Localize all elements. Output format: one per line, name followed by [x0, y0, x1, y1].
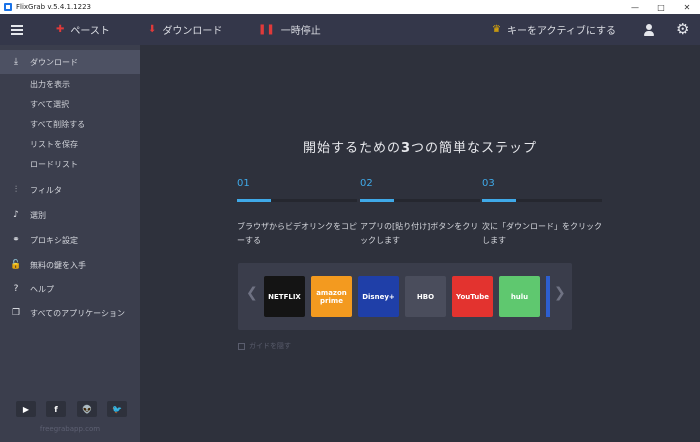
twitter-icon[interactable]: 🐦: [107, 401, 127, 417]
step-progress: [482, 199, 602, 202]
pause-button[interactable]: ❚❚ 一時停止: [258, 14, 321, 45]
paste-button[interactable]: ✚ ペースト: [56, 14, 110, 45]
sidebar-subitem-delete-all[interactable]: すべて削除する: [30, 114, 85, 134]
sidebar-item-proxy[interactable]: ⚭ プロキシ設定: [0, 228, 140, 252]
step-number: 01: [237, 178, 250, 189]
close-button[interactable]: ✕: [674, 0, 700, 14]
sidebar-item-free-key[interactable]: 🔓 無料の鍵を入手: [0, 253, 140, 277]
hide-guide-label: ガイドを隠す: [249, 342, 291, 350]
sidebar-item-label: 選別: [30, 210, 46, 220]
download-label: ダウンロード: [162, 26, 223, 37]
step-text: 次に「ダウンロード」をクリックします: [482, 222, 602, 245]
activate-key-label: キーをアクティブにする: [506, 26, 616, 37]
paste-label: ペースト: [70, 26, 110, 37]
windows-stack-icon: ❐: [11, 308, 21, 318]
music-note-icon: ♪: [13, 210, 19, 220]
user-icon[interactable]: [642, 23, 656, 37]
headline-part: 開始するための: [302, 141, 401, 156]
sidebar-item-label: ダウンロード: [30, 57, 78, 67]
youtube-icon[interactable]: ▶: [16, 401, 36, 417]
help-icon: ?: [13, 284, 19, 294]
guide-step-3: 03 次に「ダウンロード」をクリックします: [482, 178, 602, 245]
service-tile-hulu[interactable]: hulu: [499, 276, 540, 317]
sidebar-item-help[interactable]: ? ヘルプ: [0, 277, 140, 301]
facebook-icon[interactable]: f: [46, 401, 66, 417]
guide-headline: 開始するための3つの簡単なステップ: [140, 137, 700, 156]
sidebar: ⤓ ダウンロード 出力を表示 すべて選択 すべて削除する リストを保存 ロードリ…: [0, 45, 140, 442]
window-title: FlixGrab v.5.4.1.1223: [16, 3, 91, 11]
download-tray-icon: ⤓: [14, 57, 18, 67]
step-progress-fill: [237, 199, 271, 202]
lock-icon: 🔓: [10, 260, 22, 270]
sidebar-item-selection[interactable]: ♪ 選別: [0, 203, 140, 227]
chevron-right-icon[interactable]: ❯: [554, 285, 566, 301]
site-url-link[interactable]: freegrabapp.com: [0, 425, 140, 433]
title-bar: FlixGrab v.5.4.1.1223 — □ ✕: [0, 0, 700, 14]
sidebar-subitem-load-list[interactable]: ロードリスト: [30, 154, 78, 174]
sidebar-item-label: プロキシ設定: [30, 235, 78, 245]
step-number: 02: [360, 178, 373, 189]
activate-key-button[interactable]: ♛ キーをアクティブにする: [492, 14, 616, 45]
guide-step-2: 02 アプリの[貼り付け]ボタンをクリックします: [360, 178, 480, 245]
service-tile-disney-plus[interactable]: Disney+: [358, 276, 399, 317]
sidebar-item-label: フィルタ: [30, 185, 62, 195]
sidebar-subitem-select-all[interactable]: すべて選択: [30, 94, 69, 114]
sidebar-subitem-show-output[interactable]: 出力を表示: [30, 74, 70, 94]
download-button[interactable]: ⬇ ダウンロード: [148, 14, 222, 45]
chevron-left-icon[interactable]: ❮: [246, 285, 258, 301]
step-progress-fill: [482, 199, 516, 202]
step-text: アプリの[貼り付け]ボタンをクリックします: [360, 222, 479, 245]
service-tile-youtube[interactable]: YouTube: [452, 276, 493, 317]
download-arrow-icon: ⬇: [148, 24, 157, 35]
app-logo-icon: [4, 3, 12, 11]
step-text: ブラウザからビデオリンクをコピーする: [237, 222, 357, 245]
minimize-button[interactable]: —: [622, 0, 648, 14]
services-carousel: ❮ NETFLIX amazon prime Disney+ HBO YouTu…: [238, 263, 572, 330]
reddit-icon[interactable]: 👽: [77, 401, 97, 417]
sidebar-item-label: すべてのアプリケーション: [30, 308, 125, 318]
pause-label: 一時停止: [280, 26, 321, 37]
crown-icon: ♛: [492, 24, 501, 35]
step-number: 03: [482, 178, 495, 189]
headline-number: 3: [400, 141, 412, 156]
maximize-button[interactable]: □: [648, 0, 674, 14]
gear-icon[interactable]: ⚙: [676, 21, 689, 37]
step-progress: [237, 199, 357, 202]
sidebar-subitem-save-list[interactable]: リストを保存: [30, 134, 78, 154]
hamburger-menu-icon[interactable]: [0, 14, 34, 45]
service-tile-netflix[interactable]: NETFLIX: [264, 276, 305, 317]
sidebar-item-label: 無料の鍵を入手: [30, 260, 86, 270]
headline-part: つの簡単なステップ: [411, 141, 538, 156]
sidebar-item-label: ヘルプ: [30, 284, 54, 294]
main-panel: 開始するための3つの簡単なステップ 01 ブラウザからビデオリンクをコピーする …: [140, 45, 700, 442]
pause-icon: ❚❚: [258, 24, 275, 35]
proxy-icon: ⚭: [12, 235, 20, 245]
checkbox-icon: [238, 342, 245, 350]
service-tile-hbo[interactable]: HBO: [405, 276, 446, 317]
step-progress: [360, 199, 480, 202]
sidebar-item-all-apps[interactable]: ❐ すべてのアプリケーション: [0, 301, 140, 325]
sidebar-item-download[interactable]: ⤓ ダウンロード: [0, 50, 140, 74]
plus-icon: ✚: [56, 24, 65, 35]
hide-guide-checkbox[interactable]: ガイドを隠す: [238, 341, 291, 351]
service-tile-partial: [546, 276, 550, 317]
sliders-icon: ⫶: [14, 185, 18, 195]
sidebar-item-filter[interactable]: ⫶ フィルタ: [0, 178, 140, 202]
step-progress-fill: [360, 199, 394, 202]
guide-step-1: 01 ブラウザからビデオリンクをコピーする: [237, 178, 357, 245]
service-tile-amazon-prime[interactable]: amazon prime: [311, 276, 352, 317]
toolbar: ✚ ペースト ⬇ ダウンロード ❚❚ 一時停止 ♛ キーをアクティブにする ⚙: [0, 14, 700, 45]
window-controls: — □ ✕: [622, 0, 700, 14]
